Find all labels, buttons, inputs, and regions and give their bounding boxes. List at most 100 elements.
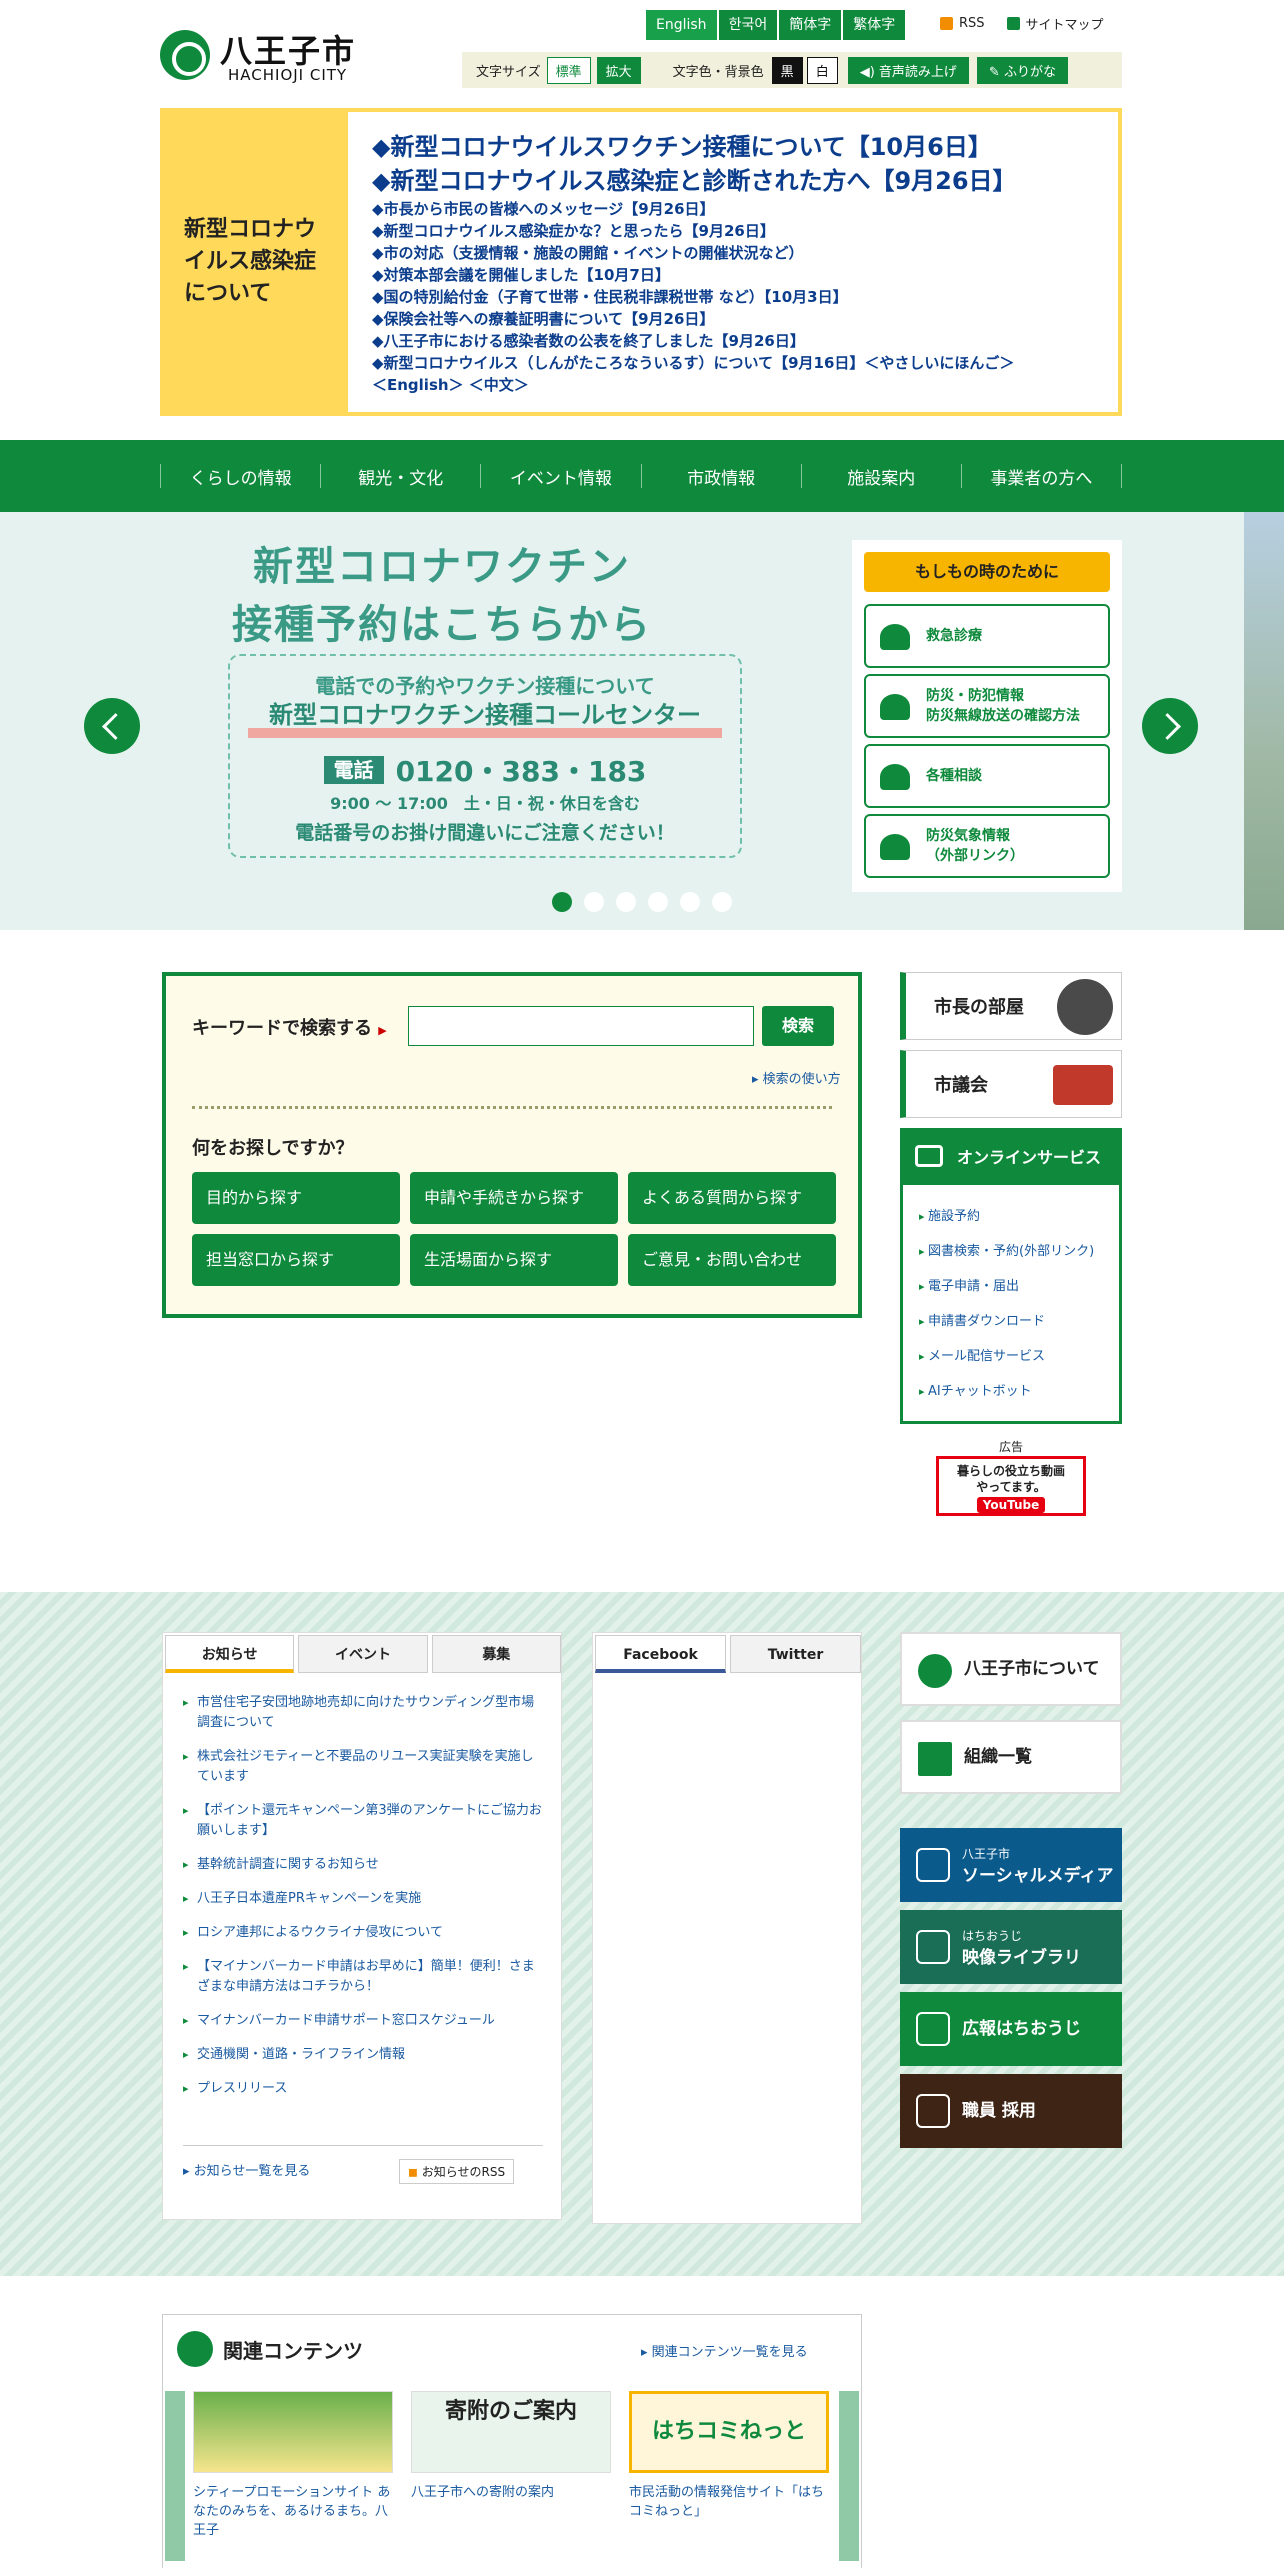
search-input[interactable] bbox=[408, 1006, 754, 1046]
news-item[interactable]: 市営住宅子安団地跡地売却に向けたサウンディング型市場調査について bbox=[183, 1693, 543, 1733]
related-title: 関連コンテンツ bbox=[177, 2331, 363, 2367]
language-switcher: English 한국어 簡体字 繁体字 bbox=[646, 10, 906, 40]
related-card-caption: シティープロモーションサイト あなたのみちを、あるけるまち。八王子 bbox=[193, 2485, 391, 2538]
related-contents: 関連コンテンツ ▸ 関連コンテンツ一覧を見る シティープロモーションサイト あな… bbox=[162, 2314, 862, 2568]
tab-recruitment[interactable]: 募集 bbox=[431, 1635, 561, 1673]
faq-button[interactable]: よくある質問から探す bbox=[628, 1172, 836, 1224]
carousel-dot[interactable] bbox=[584, 892, 604, 912]
carousel-dot[interactable] bbox=[680, 892, 700, 912]
nav-item-city-admin[interactable]: 市政情報 bbox=[640, 464, 801, 489]
color-white-button[interactable]: 白 bbox=[806, 56, 838, 84]
nav-item-facilities[interactable]: 施設案内 bbox=[800, 464, 961, 489]
search-help-link[interactable]: ▸ 検索の使い方 bbox=[752, 1068, 841, 1087]
related-card[interactable]: シティープロモーションサイト あなたのみちを、あるけるまち。八王子 bbox=[193, 2391, 393, 2540]
related-next-button[interactable] bbox=[839, 2391, 859, 2561]
emergency-item-label: 救急診療 bbox=[926, 628, 982, 644]
call-center-hours: 9:00 ～ 17:00 土・日・祝・休日を含む bbox=[330, 794, 640, 813]
emergency-medical-link[interactable]: 救急診療 bbox=[864, 604, 1110, 668]
related-card[interactable]: はちコミねっと 市民活動の情報発信サイト「はちコミねっと」 bbox=[629, 2391, 829, 2540]
keyword-label: キーワードで検索する ▶ bbox=[192, 1014, 387, 1040]
lang-english[interactable]: English bbox=[646, 10, 717, 40]
nav-item-living[interactable]: くらしの情報 bbox=[160, 464, 320, 489]
tab-events[interactable]: イベント bbox=[298, 1635, 428, 1673]
search-by-procedure-button[interactable]: 申請や手続きから探す bbox=[410, 1172, 618, 1224]
lang-chinese-simplified[interactable]: 簡体字 bbox=[779, 10, 842, 40]
covid-link-languages[interactable]: ＜English＞ ＜中文＞ bbox=[372, 374, 1017, 396]
search-button[interactable]: 検索 bbox=[762, 1006, 834, 1046]
covid-link[interactable]: ◆新型コロナウイルスワクチン接種について【10月6日】 bbox=[372, 130, 1017, 164]
mayor-room-label: 市長の部屋 bbox=[934, 997, 1024, 1018]
mayor-room-link[interactable]: 市長の部屋 bbox=[900, 972, 1122, 1040]
tab-news[interactable]: お知らせ bbox=[165, 1635, 295, 1673]
related-card[interactable]: 寄附のご案内 八王子市への寄附の案内 bbox=[411, 2391, 611, 2540]
sitemap-link[interactable]: サイトマップ bbox=[1006, 14, 1104, 33]
video-library-link[interactable]: はちおうじ 映像ライブラリ bbox=[900, 1910, 1122, 1984]
news-item[interactable]: ロシア連邦によるウクライナ侵攻について bbox=[183, 1923, 543, 1943]
carousel-prev-button[interactable] bbox=[84, 698, 140, 754]
online-service-link[interactable]: AIチャットボット bbox=[919, 1374, 1119, 1409]
city-council-link[interactable]: 市議会 bbox=[900, 1050, 1122, 1118]
online-service-link[interactable]: 電子申請・届出 bbox=[919, 1269, 1119, 1304]
contact-button[interactable]: ご意見・お問い合わせ bbox=[628, 1234, 836, 1286]
youtube-ad-banner[interactable]: 暮らしの役立ち動画 やってます。 YouTube bbox=[936, 1456, 1086, 1516]
disaster-info-link[interactable]: 防災・防犯情報 防災無線放送の確認方法 bbox=[864, 674, 1110, 738]
news-item[interactable]: 八王子日本遺産PRキャンペーンを実施 bbox=[183, 1889, 543, 1909]
carousel-dot[interactable] bbox=[616, 892, 636, 912]
tab-twitter[interactable]: Twitter bbox=[730, 1635, 861, 1673]
covid-link[interactable]: ◆新型コロナウイルス（しんがたころなういるす）について【9月16日】＜やさしいに… bbox=[372, 352, 1017, 374]
chat-bubble-icon bbox=[916, 1848, 950, 1882]
social-media-link[interactable]: 八王子市 ソーシャルメディア bbox=[900, 1828, 1122, 1902]
related-more-link[interactable]: ▸ 関連コンテンツ一覧を見る bbox=[641, 2341, 808, 2360]
covid-link[interactable]: ◆新型コロナウイルス感染症と診断された方へ【9月26日】 bbox=[372, 164, 1017, 198]
font-large-button[interactable]: 拡大 bbox=[596, 56, 641, 84]
weather-info-link[interactable]: 防災気象情報 （外部リンク） bbox=[864, 814, 1110, 878]
news-rss-button[interactable]: ◼ お知らせのRSS bbox=[399, 2159, 515, 2184]
news-item[interactable]: 【ポイント還元キャンペーン第3弾のアンケートにご協力お願いします】 bbox=[183, 1801, 543, 1841]
koho-hachioji-label: 広報はちおうじ bbox=[962, 2019, 1081, 2039]
koho-hachioji-link[interactable]: 広報はちおうじ bbox=[900, 1992, 1122, 2066]
nav-item-tourism[interactable]: 観光・文化 bbox=[320, 464, 480, 489]
carousel-dot[interactable] bbox=[648, 892, 668, 912]
related-prev-button[interactable] bbox=[165, 2391, 185, 2561]
covid-link[interactable]: ◆新型コロナウイルス感染症かな？と思ったら【9月26日】 bbox=[372, 220, 1017, 242]
online-service-link[interactable]: 申請書ダウンロード bbox=[919, 1304, 1119, 1339]
color-black-button[interactable]: 黒 bbox=[771, 56, 803, 84]
nav-item-events[interactable]: イベント情報 bbox=[480, 464, 640, 489]
online-service-link[interactable]: 図書検索・予約(外部リンク) bbox=[919, 1234, 1119, 1269]
nav-item-business[interactable]: 事業者の方へ bbox=[960, 464, 1123, 489]
search-by-office-button[interactable]: 担当窓口から探す bbox=[192, 1234, 400, 1286]
hero-slide[interactable]: 新型コロナワクチン 接種予約はこちらから 電話での予約やワクチン接種について 新… bbox=[42, 512, 842, 930]
search-by-purpose-button[interactable]: 目的から探す bbox=[192, 1172, 400, 1224]
consultation-link[interactable]: 各種相談 bbox=[864, 744, 1110, 808]
organization-list-link[interactable]: 組織一覧 bbox=[900, 1720, 1122, 1794]
covid-link[interactable]: ◆市の対応（支援情報・施設の開館・イベントの開催状況など） bbox=[372, 242, 1017, 264]
read-aloud-button[interactable]: ◀) 音声読み上げ bbox=[847, 56, 969, 84]
rss-link[interactable]: RSS bbox=[940, 14, 985, 33]
news-item[interactable]: プレスリリース bbox=[183, 2079, 543, 2099]
covid-link[interactable]: ◆保険会社等への療養証明書について【9月26日】 bbox=[372, 308, 1017, 330]
news-item[interactable]: 株式会社ジモティーと不要品のリユース実証実験を実施しています bbox=[183, 1747, 543, 1787]
covid-link[interactable]: ◆対策本部会議を開催しました【10月7日】 bbox=[372, 264, 1017, 286]
search-by-life-event-button[interactable]: 生活場面から探す bbox=[410, 1234, 618, 1286]
slide-title-1: 新型コロナワクチン bbox=[253, 544, 631, 590]
carousel-next-button[interactable] bbox=[1142, 698, 1198, 754]
news-item[interactable]: 【マイナンバーカード申請はお早めに】簡単！便利！さまざまな申請方法はコチラから！ bbox=[183, 1957, 543, 1997]
furigana-button[interactable]: ✎ ふりがな bbox=[976, 56, 1068, 84]
carousel-dot[interactable] bbox=[712, 892, 732, 912]
lang-korean[interactable]: 한국어 bbox=[718, 10, 778, 40]
carousel-dot[interactable] bbox=[552, 892, 572, 912]
covid-link[interactable]: ◆国の特別給付金（子育て世帯・住民税非課税世帯 など）【10月3日】 bbox=[372, 286, 1017, 308]
news-item[interactable]: 基幹統計調査に関するお知らせ bbox=[183, 1855, 543, 1875]
online-service-link[interactable]: 施設予約 bbox=[919, 1199, 1119, 1234]
font-standard-button[interactable]: 標準 bbox=[546, 56, 591, 84]
online-service-link[interactable]: メール配信サービス bbox=[919, 1339, 1119, 1374]
covid-link[interactable]: ◆八王子市における感染者数の公表を終了しました【9月26日】 bbox=[372, 330, 1017, 352]
news-item[interactable]: マイナンバーカード申請サポート窓口スケジュール bbox=[183, 2011, 543, 2031]
about-city-link[interactable]: 八王子市について bbox=[900, 1632, 1122, 1706]
site-logo[interactable]: 八王子市 HACHIOJI CITY bbox=[160, 28, 370, 86]
staff-recruitment-link[interactable]: 職員 採用 bbox=[900, 2074, 1122, 2148]
tab-facebook[interactable]: Facebook bbox=[595, 1635, 726, 1673]
covid-link[interactable]: ◆市長から市民の皆様へのメッセージ【9月26日】 bbox=[372, 198, 1017, 220]
news-item[interactable]: 交通機関・道路・ライフライン情報 bbox=[183, 2045, 543, 2065]
lang-chinese-traditional[interactable]: 繁体字 bbox=[843, 10, 906, 40]
